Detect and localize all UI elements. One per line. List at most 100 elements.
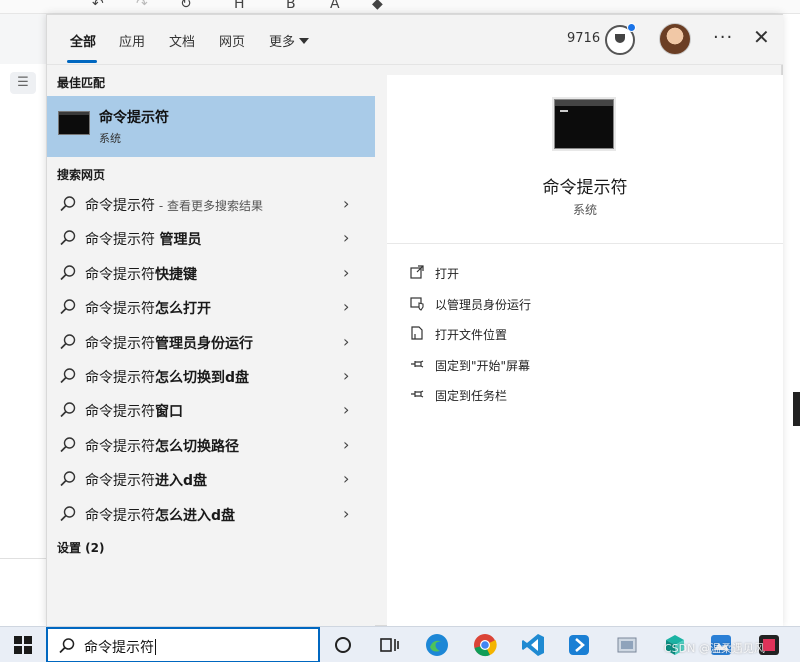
- command-prompt-icon: [58, 111, 90, 135]
- search-panel-header: 全部 应用 文档 网页 更多 9716 ··· ✕: [47, 15, 783, 65]
- search-icon: [60, 402, 76, 418]
- web-search-query: 命令提示符 - 查看更多搜索结果: [85, 195, 263, 215]
- web-search-query: 命令提示符进入d盘: [85, 470, 207, 490]
- app-icon[interactable]: [566, 632, 592, 658]
- notification-dot: [627, 23, 636, 32]
- heading-icon: H: [234, 0, 245, 12]
- text-color-icon: A: [330, 0, 340, 12]
- ellipsis-icon[interactable]: ···: [713, 27, 733, 48]
- chevron-right-icon[interactable]: ›: [343, 469, 349, 488]
- taskbar-search-box[interactable]: 命令提示符: [46, 627, 320, 662]
- tab-apps[interactable]: 应用: [119, 31, 145, 51]
- chrome-icon[interactable]: [472, 632, 498, 658]
- search-icon: [60, 196, 76, 212]
- preview-action[interactable]: 打开文件位置: [387, 320, 783, 348]
- chevron-right-icon[interactable]: ›: [343, 366, 349, 385]
- format-icon: ↻: [180, 0, 192, 12]
- text-caret: [155, 639, 156, 655]
- web-search-item[interactable]: 命令提示符窗口 ›: [47, 393, 375, 427]
- chevron-right-icon[interactable]: ›: [343, 297, 349, 316]
- rewards-points: 9716: [567, 31, 601, 46]
- edge-icon[interactable]: [424, 632, 450, 658]
- file-location-icon: [411, 326, 423, 340]
- chevron-right-icon[interactable]: ›: [343, 435, 349, 454]
- preview-action-label: 固定到"开始"屏幕: [435, 358, 531, 373]
- command-prompt-large-icon: [554, 99, 614, 149]
- preview-pane: 命令提示符 系统 打开以管理员身份运行 打开文件位置固定到"开始"屏幕固定到任务栏: [387, 75, 783, 627]
- query-suggestion: 管理员身份运行: [155, 335, 253, 352]
- web-search-query: 命令提示符怎么切换路径: [85, 436, 239, 456]
- folder-icon[interactable]: [614, 632, 640, 658]
- tab-all[interactable]: 全部: [70, 31, 96, 51]
- web-search-item[interactable]: 命令提示符 管理员 ›: [47, 221, 375, 255]
- preview-action-label: 打开文件位置: [435, 328, 508, 342]
- web-search-item[interactable]: 命令提示符怎么进入d盘 ›: [47, 497, 375, 531]
- web-search-query: 命令提示符快捷键: [85, 264, 197, 284]
- chevron-right-icon[interactable]: ›: [343, 400, 349, 419]
- preview-action[interactable]: 固定到任务栏: [387, 381, 783, 409]
- chevron-right-icon[interactable]: ›: [343, 332, 349, 351]
- avatar[interactable]: [659, 23, 691, 55]
- web-search-query: 命令提示符管理员身份运行: [85, 333, 253, 353]
- preview-action[interactable]: 打开: [387, 259, 783, 287]
- chevron-right-icon[interactable]: ›: [343, 228, 349, 247]
- search-input-value[interactable]: 命令提示符: [84, 637, 156, 657]
- web-search-item[interactable]: 命令提示符管理员身份运行 ›: [47, 325, 375, 359]
- search-query-text: 命令提示符: [84, 640, 154, 656]
- preview-action[interactable]: 以管理员身份运行: [387, 290, 783, 318]
- settings-heading[interactable]: 设置 (2): [57, 539, 105, 556]
- web-search-item[interactable]: 命令提示符快捷键 ›: [47, 256, 375, 290]
- active-tab-indicator: [67, 60, 97, 63]
- search-panel: 全部 应用 文档 网页 更多 9716 ··· ✕ 最佳匹配 命令提示符 系统 …: [46, 14, 783, 627]
- query-suggestion: 窗口: [155, 404, 183, 421]
- query-suggestion: 怎么打开: [155, 301, 211, 318]
- web-search-item[interactable]: 命令提示符怎么切换到d盘 ›: [47, 359, 375, 393]
- close-icon[interactable]: ✕: [753, 25, 770, 49]
- preview-action[interactable]: 固定到"开始"屏幕: [387, 351, 783, 379]
- background-right-pane: [782, 14, 800, 626]
- web-search-query: 命令提示符怎么打开: [85, 298, 211, 318]
- watermark: CSDN @温柔遇见风: [664, 642, 765, 655]
- chevron-right-icon[interactable]: ›: [343, 504, 349, 523]
- preview-action-label: 以管理员身份运行: [435, 297, 532, 312]
- cortana-icon[interactable]: [330, 632, 356, 658]
- web-search-query: 命令提示符窗口: [85, 401, 183, 421]
- search-icon: [60, 230, 76, 246]
- best-match-title: 命令提示符: [99, 110, 169, 126]
- preview-title: 命令提示符: [542, 178, 628, 198]
- preview-header: 命令提示符 系统: [387, 75, 783, 244]
- best-match-item[interactable]: 命令提示符 系统: [47, 96, 375, 157]
- undo-icon: ↶: [92, 0, 104, 12]
- tab-documents[interactable]: 文档: [169, 31, 195, 51]
- preview-subtitle: 系统: [572, 203, 597, 217]
- query-suggestion: 怎么切换路径: [155, 438, 239, 455]
- redo-icon: ↷: [136, 0, 148, 12]
- query-prefix: 命令提示符: [85, 473, 155, 490]
- chevron-down-icon: [299, 38, 310, 44]
- tab-more[interactable]: 更多: [269, 31, 310, 51]
- chevron-right-icon[interactable]: ›: [343, 194, 349, 213]
- tab-web[interactable]: 网页: [219, 31, 245, 51]
- query-prefix: 命令提示符: [85, 507, 155, 524]
- web-search-item[interactable]: 命令提示符怎么打开 ›: [47, 290, 375, 324]
- best-match-heading: 最佳匹配: [57, 76, 106, 90]
- web-search-item[interactable]: 命令提示符怎么切换路径 ›: [47, 428, 375, 462]
- web-search-item[interactable]: 命令提示符进入d盘 ›: [47, 462, 375, 496]
- pin-icon: [411, 359, 424, 368]
- query-prefix: 命令提示符: [85, 198, 155, 214]
- bold-icon: B: [286, 0, 296, 12]
- windows-start-icon[interactable]: [14, 636, 32, 654]
- search-icon: [60, 437, 76, 452]
- web-search-item[interactable]: 命令提示符 - 查看更多搜索结果 ›: [47, 187, 375, 221]
- task-view-icon[interactable]: [376, 632, 402, 658]
- query-suggestion: 管理员: [159, 232, 202, 249]
- vscode-icon[interactable]: [520, 632, 546, 658]
- dark-strip: [793, 392, 800, 426]
- web-search-query: 命令提示符怎么进入d盘: [85, 505, 235, 525]
- background-bottom-pane: [0, 558, 46, 626]
- tab-more-label: 更多: [269, 35, 296, 50]
- search-icon: [60, 471, 76, 487]
- run-as-admin-icon: [410, 296, 424, 311]
- search-icon: [60, 368, 76, 384]
- chevron-right-icon[interactable]: ›: [343, 263, 349, 282]
